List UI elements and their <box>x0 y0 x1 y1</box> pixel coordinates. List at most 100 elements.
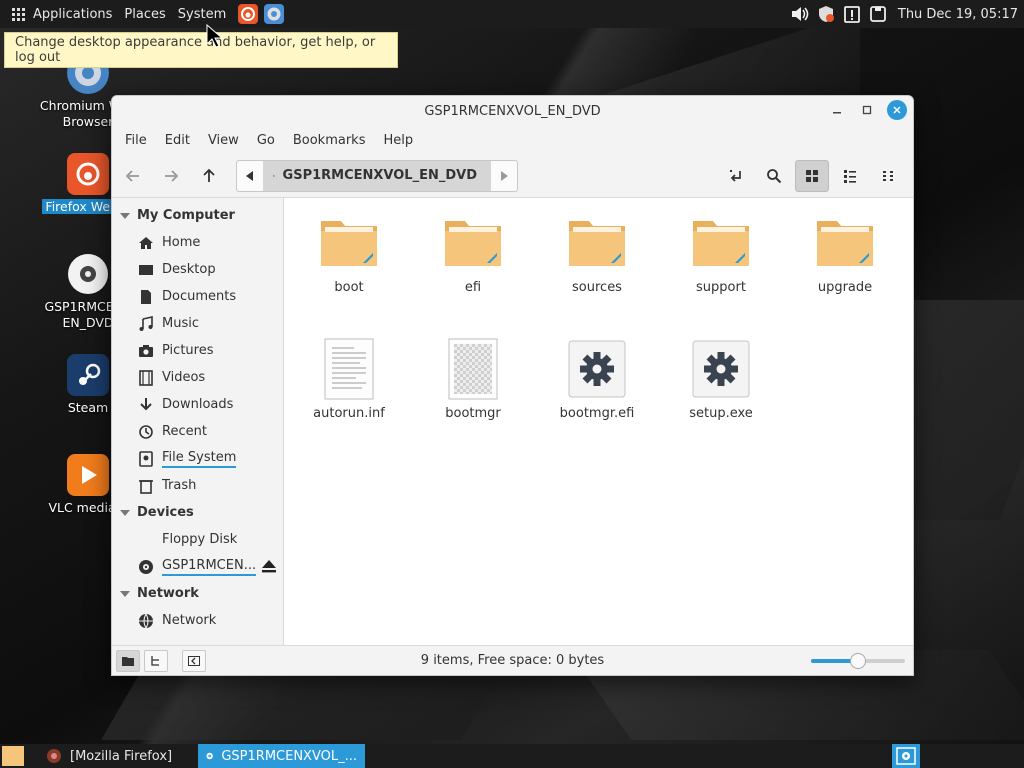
network-tray-icon[interactable] <box>868 4 888 24</box>
file-item[interactable]: support <box>666 212 776 295</box>
sidebar-header-my-computer[interactable]: My Computer <box>112 202 283 229</box>
file-name: boot <box>334 280 364 295</box>
workspace-switcher[interactable] <box>892 744 920 768</box>
top-panel: Applications Places System Thu Dec 19, 0… <box>0 0 1024 28</box>
folder-icon <box>689 212 753 274</box>
maximize-button[interactable] <box>857 100 877 120</box>
sidebar-item-file-system[interactable]: File System <box>112 445 283 472</box>
back-button[interactable] <box>116 160 150 192</box>
sidebar-item-documents[interactable]: Documents <box>112 283 283 310</box>
zoom-slider[interactable] <box>811 653 905 669</box>
notification-icon[interactable] <box>842 4 862 24</box>
file-name: support <box>696 280 746 295</box>
list-view-button[interactable] <box>833 160 867 192</box>
sidebar-item-downloads[interactable]: Downloads <box>112 391 283 418</box>
grid-icon <box>806 170 818 182</box>
system-tray: Thu Dec 19, 05:17 <box>790 0 1024 28</box>
path-scroll-right-button[interactable] <box>491 161 517 191</box>
update-shield-icon[interactable] <box>816 4 836 24</box>
close-button[interactable] <box>887 100 907 120</box>
file-item[interactable]: sources <box>542 212 652 295</box>
window-titlebar[interactable]: GSP1RMCENXVOL_EN_DVD <box>112 96 913 126</box>
file-name: autorun.inf <box>313 406 385 421</box>
search-button[interactable] <box>757 160 791 192</box>
sidebar-item-label: Home <box>162 235 201 250</box>
bottom-panel: [Mozilla Firefox] GSP1RMCENXVOL_... <box>0 744 1024 768</box>
drive-icon <box>138 450 154 467</box>
trash-icon <box>138 478 154 494</box>
toolbar-right <box>719 160 905 192</box>
text-file-icon <box>317 338 381 400</box>
taskbar-item-file-manager[interactable]: GSP1RMCENXVOL_... <box>198 744 365 768</box>
menu-go[interactable]: Go <box>248 133 284 148</box>
file-name: efi <box>464 280 482 295</box>
toolbar: GSP1RMCENXVOL_EN_DVD <box>112 154 913 198</box>
file-item[interactable]: bootmgr <box>418 338 528 421</box>
file-item[interactable]: autorun.inf <box>294 338 404 421</box>
firefox-launcher-icon[interactable] <box>238 4 259 24</box>
sidebar-header-network[interactable]: Network <box>112 580 283 607</box>
sidebar-header-label: Devices <box>137 505 194 520</box>
executable-icon <box>689 338 753 400</box>
sidebar-item-home[interactable]: Home <box>112 229 283 256</box>
menu-bookmarks[interactable]: Bookmarks <box>284 133 375 148</box>
compact-view-button[interactable] <box>871 160 905 192</box>
sidebar-item-recent[interactable]: Recent <box>112 418 283 445</box>
sidebar-item-trash[interactable]: Trash <box>112 472 283 499</box>
minimize-button[interactable] <box>827 100 847 120</box>
file-item[interactable]: setup.exe <box>666 338 776 421</box>
expander-icon <box>120 590 130 597</box>
eject-icon[interactable] <box>261 559 277 577</box>
file-item[interactable]: upgrade <box>790 212 900 295</box>
firefox-icon <box>67 153 109 195</box>
menubar: File Edit View Go Bookmarks Help <box>112 126 913 154</box>
show-places-button[interactable] <box>116 649 140 672</box>
toggle-sidebar-button[interactable] <box>182 649 206 672</box>
sidebar-item-music[interactable]: Music <box>112 310 283 337</box>
file-view[interactable]: boot efi sources support upgrade autorun.inf b… <box>284 198 913 645</box>
sidebar-item-dvd[interactable]: GSP1RMCEN... <box>112 553 283 580</box>
toggle-location-button[interactable] <box>719 160 753 192</box>
chromium-launcher-icon[interactable] <box>264 4 285 24</box>
file-name: bootmgr.efi <box>559 406 635 421</box>
show-treeview-button[interactable] <box>144 649 168 672</box>
file-item[interactable]: bootmgr.efi <box>542 338 652 421</box>
sidebar-item-label: Music <box>162 316 199 331</box>
sidebar-item-floppy[interactable]: Floppy Disk <box>112 526 283 553</box>
clock[interactable]: Thu Dec 19, 05:17 <box>898 7 1018 22</box>
menu-edit[interactable]: Edit <box>156 133 199 148</box>
sidebar-item-desktop[interactable]: Desktop <box>112 256 283 283</box>
executable-icon <box>565 338 629 400</box>
menu-help[interactable]: Help <box>374 133 422 148</box>
volume-icon[interactable] <box>790 4 810 24</box>
taskbar-item-firefox[interactable]: [Mozilla Firefox] <box>38 744 198 768</box>
sidebar-item-label: Floppy Disk <box>162 532 238 547</box>
applications-menu[interactable]: Applications <box>0 0 118 28</box>
icon-view-button[interactable] <box>795 160 829 192</box>
path-crumb-dvd[interactable]: GSP1RMCENXVOL_EN_DVD <box>263 160 491 191</box>
places-menu[interactable]: Places <box>118 0 171 28</box>
path-scroll-left-button[interactable] <box>237 161 263 191</box>
window-body: My Computer Home Desktop Documents Music… <box>112 198 913 645</box>
menu-file[interactable]: File <box>116 133 156 148</box>
zoom-handle[interactable] <box>850 653 866 669</box>
firefox-task-icon <box>47 749 61 763</box>
sidebar-item-videos[interactable]: Videos <box>112 364 283 391</box>
sidebar-item-label: Pictures <box>162 343 214 358</box>
tree-icon <box>151 655 159 666</box>
folder-icon <box>565 212 629 274</box>
sidebar-item-label: Trash <box>162 478 197 493</box>
up-button[interactable] <box>192 160 226 192</box>
recent-icon <box>138 424 154 440</box>
system-menu-tooltip: Change desktop appearance and behavior, … <box>4 32 398 68</box>
file-item[interactable]: boot <box>294 212 404 295</box>
forward-button[interactable] <box>154 160 188 192</box>
file-item[interactable]: efi <box>418 212 528 295</box>
sidebar-header-devices[interactable]: Devices <box>112 499 283 526</box>
menu-view[interactable]: View <box>199 133 248 148</box>
sidebar-item-pictures[interactable]: Pictures <box>112 337 283 364</box>
list-icon <box>844 170 856 183</box>
sidebar-item-network[interactable]: Network <box>112 607 283 634</box>
sidebar-item-label: GSP1RMCEN... <box>162 558 257 576</box>
show-desktop-icon[interactable] <box>2 746 24 766</box>
